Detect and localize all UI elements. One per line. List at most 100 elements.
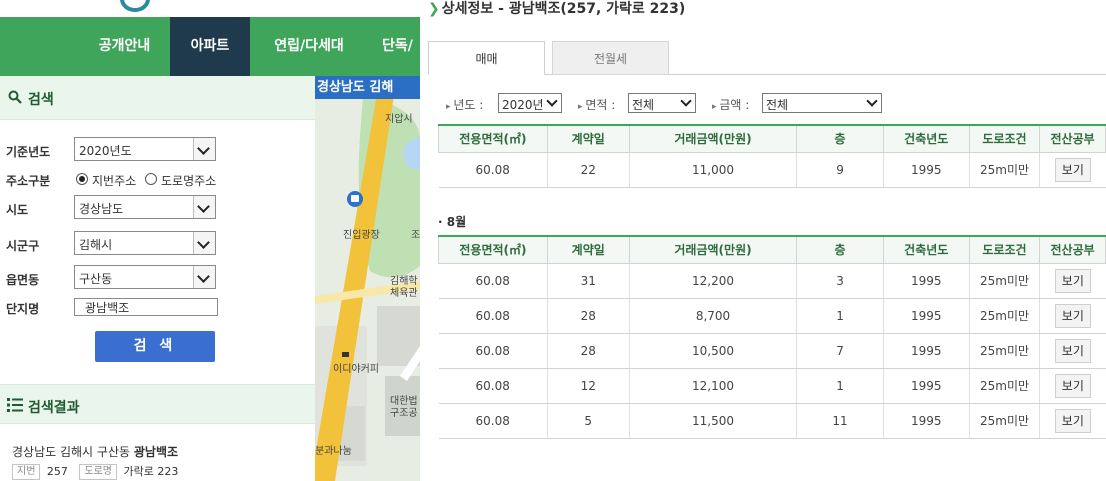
column-header: 거래금액(만원) [628, 124, 798, 153]
nav-item-notice[interactable]: 공개안내 [82, 17, 167, 76]
nav-item-apartment[interactable]: 아파트 [170, 17, 250, 76]
filter-year-select[interactable]: 2020년 [498, 93, 562, 113]
chevron-down-icon [193, 138, 215, 160]
table-cell: 1995 [882, 403, 970, 439]
table-row: 60.08 28 10,500 7 1995 25m미만 보기 [438, 333, 1106, 369]
chevron-down-icon [193, 196, 215, 218]
column-header: 계약일 [546, 235, 630, 264]
tab-sale[interactable]: 매매 [428, 41, 545, 75]
table-cell: 3 [796, 263, 884, 299]
table-cell: 60.08 [438, 403, 548, 439]
radio-jibun[interactable] [76, 173, 88, 185]
column-header: 도로조건 [968, 124, 1041, 153]
table-cell: 1995 [882, 263, 970, 299]
table-cell: 12 [546, 368, 630, 404]
month-label: 8월 [438, 213, 466, 230]
table-row: 60.08 12 12,100 1 1995 25m미만 보기 [438, 368, 1106, 404]
table-cell: 보기 [1039, 298, 1106, 334]
filter-price-label: 금액 : [712, 96, 749, 113]
table-cell: 25m미만 [968, 263, 1040, 299]
search-button[interactable]: 검 색 [95, 331, 215, 362]
filter-bar: 년도 : 2020년 면적 : 전체 금액 : 전체 [428, 88, 1106, 118]
table-cell: 25m미만 [968, 152, 1040, 188]
table-cell: 12,100 [628, 368, 797, 404]
filter-price-select[interactable]: 전체 [762, 93, 882, 113]
table-cell: 1995 [882, 333, 970, 369]
table-row: 60.08 28 8,700 1 1995 25m미만 보기 [438, 298, 1106, 334]
map-region-banner: 경상남도 김해 [315, 76, 420, 99]
table-cell: 보기 [1039, 403, 1106, 439]
map-label: 조 [411, 230, 420, 241]
filter-price-value: 전체 [766, 98, 789, 112]
search-header: 검색 [0, 76, 315, 120]
map-label: 체육관 [390, 288, 418, 299]
view-document-button[interactable]: 보기 [1054, 303, 1091, 328]
table-header-row: 전용면적(㎡) 계약일 거래금액(만원) 층 건축년도 도로조건 전산공부 [438, 235, 1106, 264]
nav-item-multiplex[interactable]: 연립/다세대 [254, 17, 364, 76]
column-header: 층 [796, 124, 884, 153]
sido-row: 시도 경상남도 [0, 195, 315, 221]
table-cell: 11,500 [628, 403, 797, 439]
result-item-name[interactable]: 광남백조 [134, 445, 178, 459]
table-cell: 12,200 [628, 263, 797, 299]
complex-row: 단지명 [0, 298, 315, 324]
table-cell: 1 [796, 368, 884, 404]
results-title: 검색결과 [28, 400, 80, 416]
table-cell: 7 [796, 333, 884, 369]
map-label: 구조공 [390, 408, 418, 419]
view-document-button[interactable]: 보기 [1054, 157, 1091, 182]
column-header: 전산공부 [1039, 235, 1106, 264]
view-document-button[interactable]: 보기 [1054, 373, 1091, 398]
radio-road[interactable] [145, 173, 157, 185]
radio-road-label: 도로명주소 [161, 174, 217, 188]
road-tag: 도로명 [79, 464, 118, 480]
dong-select[interactable]: 구산동 [74, 265, 216, 289]
table-cell: 11 [796, 403, 884, 439]
top-strip [0, 0, 420, 17]
sigungu-select[interactable]: 김해시 [74, 231, 216, 255]
table-cell: 9 [796, 152, 884, 188]
sido-select-value: 경상남도 [79, 202, 124, 216]
table-cell: 보기 [1039, 333, 1106, 369]
map-view[interactable]: 경상남도 김해 지압시 진입광장 조 김해학 체육관 이디야커피 대한법 구조공… [315, 76, 420, 481]
table-cell: 보기 [1039, 152, 1106, 188]
deals-table-august: 전용면적(㎡) 계약일 거래금액(만원) 층 건축년도 도로조건 전산공부 60.08 31 1… [438, 235, 1106, 439]
view-document-button[interactable]: 보기 [1054, 338, 1091, 363]
complex-name-field[interactable] [75, 299, 217, 315]
table-cell: 보기 [1039, 263, 1106, 299]
nav-item-house[interactable]: 단독/ [370, 17, 420, 76]
map-label: 이디야커피 [333, 364, 379, 375]
filter-area-select[interactable]: 전체 [628, 93, 696, 113]
table-cell: 22 [546, 152, 630, 188]
search-icon [8, 90, 22, 104]
column-header: 건축년도 [882, 124, 970, 153]
chevron-right-icon: ❯ [428, 1, 440, 17]
column-header: 계약일 [546, 124, 630, 153]
site-logo[interactable] [120, 0, 150, 12]
table-cell: 25m미만 [968, 403, 1040, 439]
map-label: 진입광장 [343, 230, 380, 241]
year-select[interactable]: 2020년도 [74, 137, 216, 161]
sigungu-row: 시군구 김해시 [0, 231, 315, 257]
result-item[interactable]: 경상남도 김해시 구산동 광남백조 [12, 443, 178, 460]
table-cell: 8,700 [628, 298, 797, 334]
road-value: 가락로 223 [123, 465, 179, 478]
view-document-button[interactable]: 보기 [1054, 268, 1091, 293]
column-header: 전용면적(㎡) [438, 235, 548, 264]
chevron-down-icon [546, 95, 558, 107]
column-header: 전용면적(㎡) [438, 124, 548, 153]
deal-tabs: 매매 전월세 [428, 41, 1106, 75]
complex-name-input[interactable] [74, 298, 218, 316]
view-document-button[interactable]: 보기 [1054, 408, 1091, 433]
filter-area-label: 면적 : [578, 96, 615, 113]
table-cell: 60.08 [438, 263, 548, 299]
table-cell: 1995 [882, 298, 970, 334]
map-label: 지압시 [385, 114, 413, 125]
sido-select[interactable]: 경상남도 [74, 195, 216, 219]
table-cell: 1995 [882, 368, 970, 404]
detail-title: ❯ 상세정보 - 광남백조(257, 가락로 223) [428, 0, 685, 18]
main-nav: 공개안내 아파트 연립/다세대 단독/ [0, 17, 420, 76]
filter-year-label: 년도 : [446, 96, 483, 113]
table-cell: 1 [796, 298, 884, 334]
tab-rent[interactable]: 전월세 [552, 41, 669, 75]
